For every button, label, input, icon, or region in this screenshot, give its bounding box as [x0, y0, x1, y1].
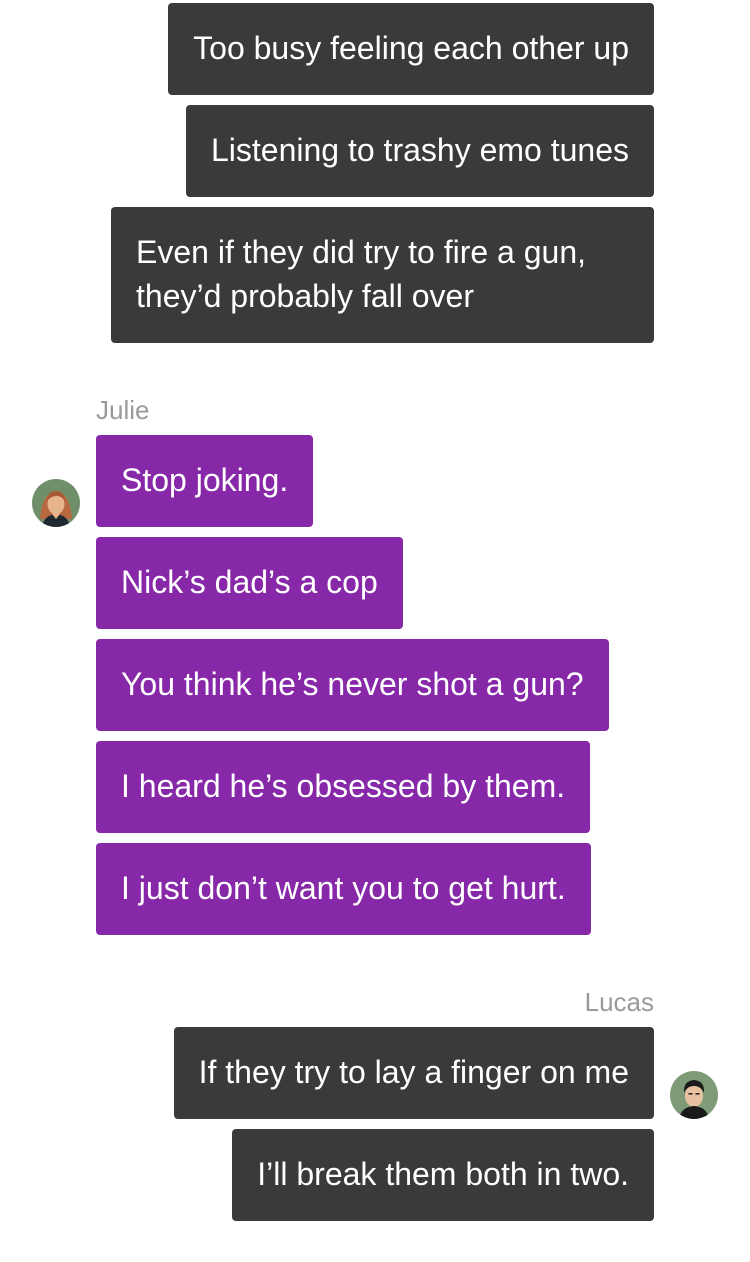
message-bubble[interactable]: Even if they did try to fire a gun, they… [111, 207, 654, 343]
message-bubble[interactable]: You think he’s never shot a gun? [96, 639, 609, 731]
message-bubble[interactable]: I just don’t want you to get hurt. [96, 843, 591, 935]
message-bubble[interactable]: Listening to trashy emo tunes [185, 105, 654, 197]
message-bubble[interactable]: I’ll break them both in two. [232, 1129, 654, 1221]
lucas-avatar-icon[interactable] [670, 1071, 718, 1119]
sender-name-lucas: Lucas [584, 987, 654, 1017]
message-bubble[interactable]: I heard he’s obsessed by them. [96, 741, 591, 833]
message-bubble[interactable]: Too busy feeling each other up [168, 3, 654, 95]
message-bubble[interactable]: If they try to lay a finger on me [173, 1027, 654, 1119]
sender-name-julie: Julie [96, 395, 150, 425]
message-bubble[interactable]: Nick’s dad’s a cop [96, 537, 403, 629]
julie-avatar-icon[interactable] [32, 479, 80, 527]
message-bubble[interactable]: Stop joking. [96, 435, 314, 527]
